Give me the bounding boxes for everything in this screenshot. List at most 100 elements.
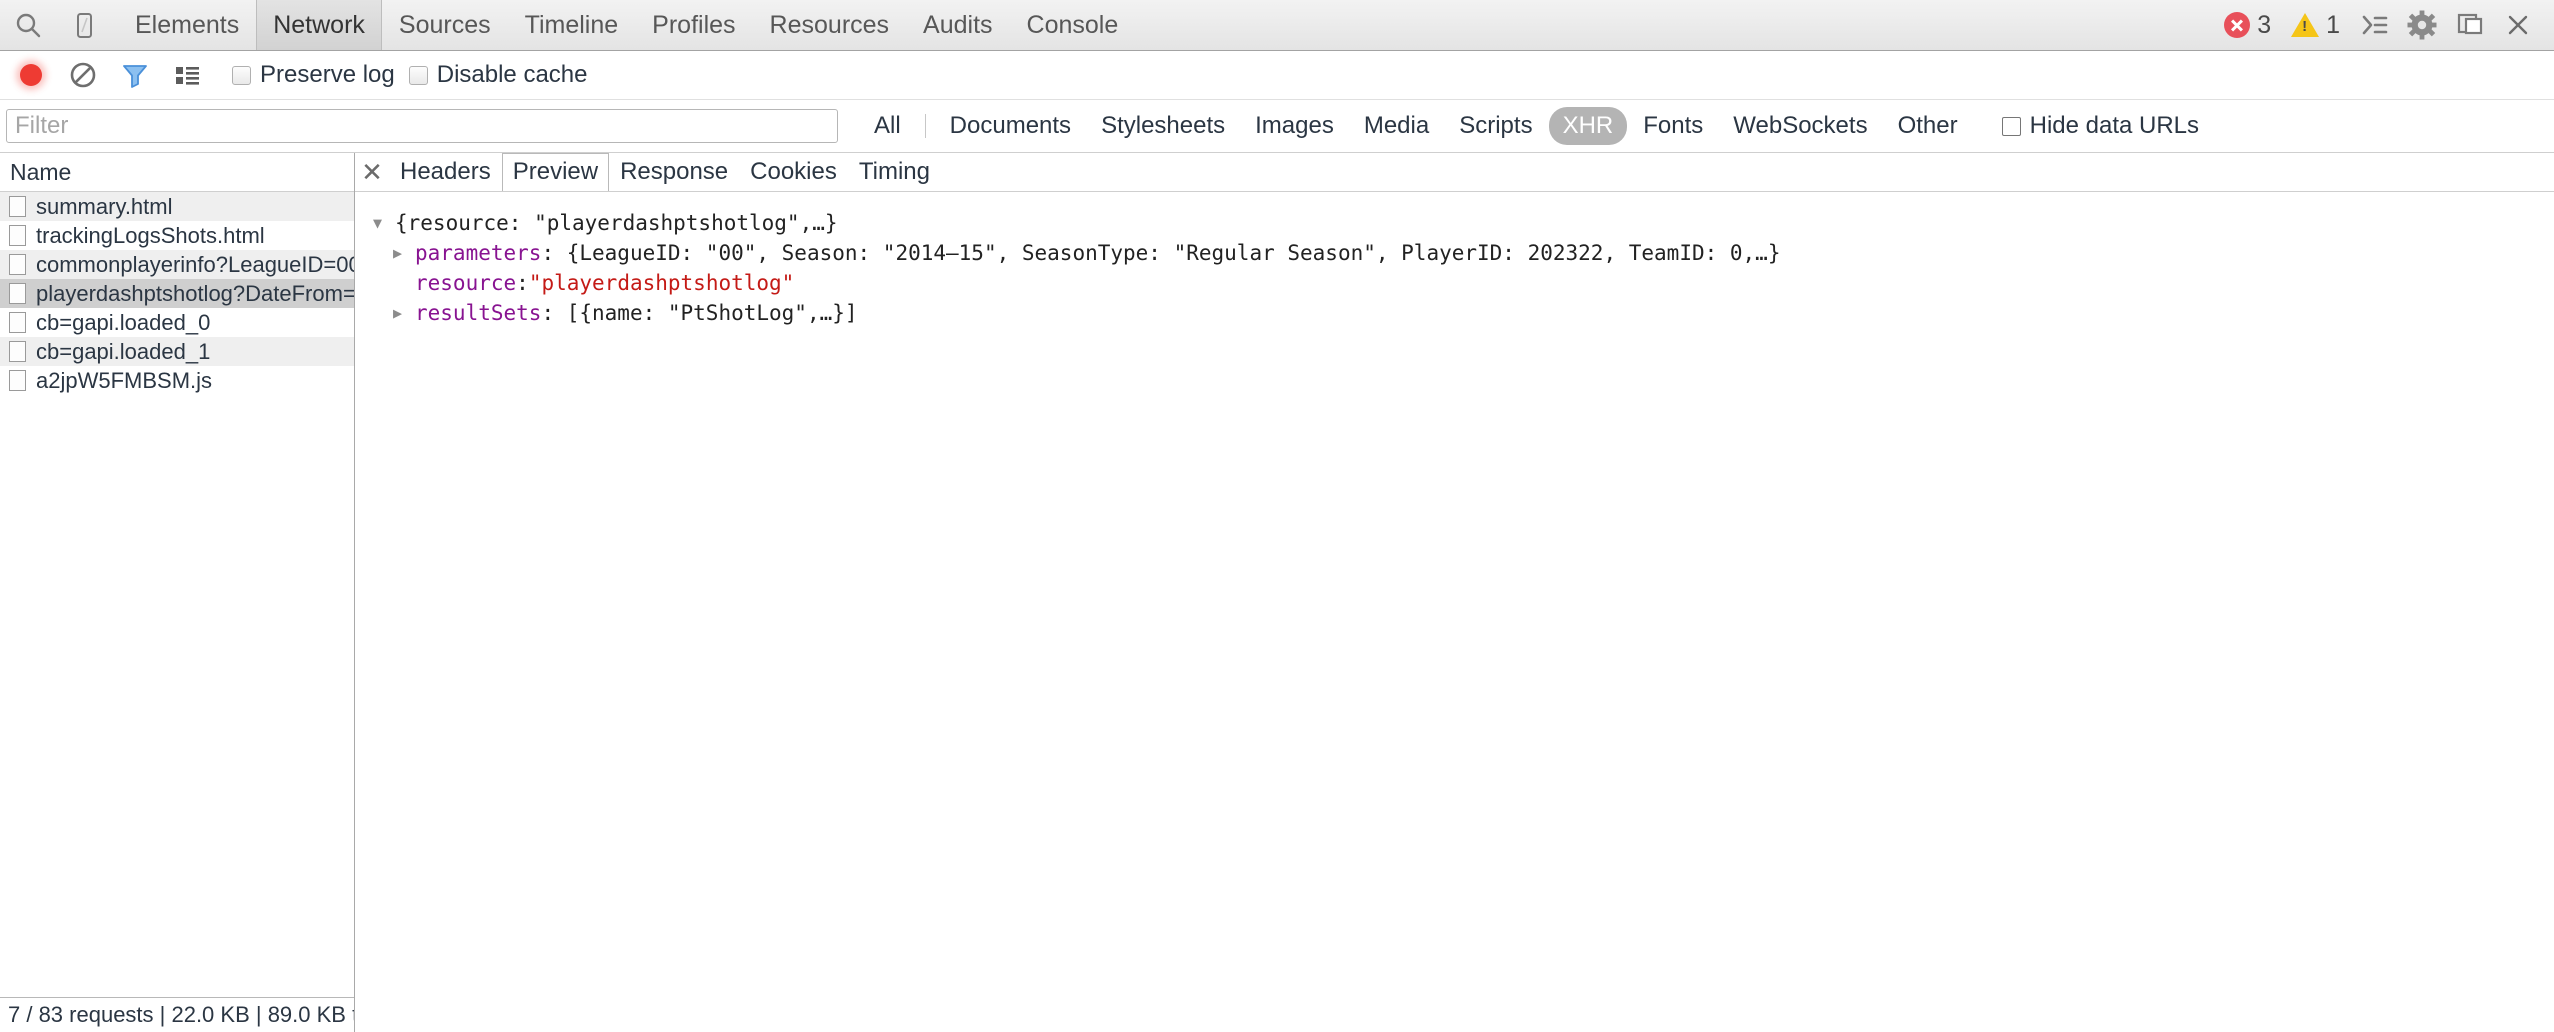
request-name: cb=gapi.loaded_1: [36, 338, 211, 364]
search-icon[interactable]: [0, 0, 56, 50]
hide-data-urls-label: Hide data URLs: [2029, 112, 2200, 139]
network-main-split: Name summary.html trackingLogsShots.html…: [0, 153, 2554, 1032]
record-dot: [20, 64, 42, 86]
filter-toolbar: All Documents Stylesheets Images Media S…: [0, 100, 2554, 153]
tab-audits[interactable]: Audits: [906, 0, 1009, 50]
json-value-parameters: : {LeagueID: "00", Season: "2014–15", Se…: [541, 241, 1781, 265]
table-row[interactable]: cb=gapi.loaded_1: [0, 337, 354, 366]
type-filter-media[interactable]: Media: [1350, 107, 1443, 145]
table-row[interactable]: summary.html: [0, 192, 354, 221]
tab-profiles[interactable]: Profiles: [635, 0, 752, 50]
tab-sources[interactable]: Sources: [382, 0, 508, 50]
error-count-label: 3: [2257, 10, 2272, 39]
document-icon: [9, 225, 26, 246]
type-filter-documents[interactable]: Documents: [936, 107, 1085, 145]
disclosure-triangle-collapsed-icon[interactable]: ▶: [393, 238, 411, 268]
json-root-summary: {resource: "playerdashptshotlog",…}: [395, 211, 838, 235]
disclosure-triangle-collapsed-icon[interactable]: ▶: [393, 298, 411, 328]
error-icon: [2224, 12, 2251, 38]
document-icon: [9, 370, 26, 391]
type-filter-all[interactable]: All: [860, 107, 915, 145]
tab-resources[interactable]: Resources: [753, 0, 907, 50]
filter-funnel-icon[interactable]: [114, 54, 156, 96]
tab-headers[interactable]: Headers: [389, 153, 502, 191]
json-resultsets-line[interactable]: ▶ resultSets : [{name: "PtShotLog",…}]: [373, 298, 2554, 328]
type-filter-stylesheets[interactable]: Stylesheets: [1087, 107, 1239, 145]
table-row[interactable]: commonplayerinfo?LeagueID=00&Play…: [0, 250, 354, 279]
table-row-selected[interactable]: playerdashptshotlog?DateFrom=&Date…: [0, 279, 354, 308]
type-filter-scripts[interactable]: Scripts: [1445, 107, 1546, 145]
type-filter-separator: [924, 114, 926, 138]
type-filter-other[interactable]: Other: [1884, 107, 1972, 145]
device-toggle-icon[interactable]: [56, 0, 112, 50]
type-filter-xhr[interactable]: XHR: [1548, 107, 1628, 145]
error-count-badge[interactable]: 3: [2216, 11, 2279, 40]
request-name: commonplayerinfo?LeagueID=00&Play…: [36, 251, 354, 277]
table-row[interactable]: trackingLogsShots.html: [0, 221, 354, 250]
tab-preview[interactable]: Preview: [501, 153, 610, 191]
preserve-log-box: [232, 65, 251, 85]
tab-elements[interactable]: Elements: [118, 0, 256, 50]
filter-input[interactable]: [6, 109, 838, 143]
type-filter-fonts[interactable]: Fonts: [1629, 107, 1717, 145]
tab-timing[interactable]: Timing: [848, 153, 941, 191]
network-controls-toolbar: Preserve log Disable cache: [0, 51, 2554, 100]
json-key-resource: resource: [415, 271, 517, 295]
warning-count-badge[interactable]: 1: [2283, 11, 2348, 40]
devtools-window: Elements Network Sources Timeline Profil…: [0, 0, 2554, 1032]
tab-cookies[interactable]: Cookies: [739, 153, 848, 191]
request-name: cb=gapi.loaded_0: [36, 309, 211, 335]
close-icon[interactable]: ✕: [355, 153, 389, 191]
request-name: summary.html: [36, 193, 173, 219]
json-value-resource: "playerdashptshotlog": [528, 271, 795, 295]
document-icon: [9, 254, 26, 275]
network-column-header-name[interactable]: Name: [0, 153, 354, 192]
tab-network[interactable]: Network: [256, 0, 382, 50]
network-request-list-panel: Name summary.html trackingLogsShots.html…: [0, 153, 355, 1032]
json-key-resultsets: resultSets: [415, 301, 542, 325]
gear-icon[interactable]: [2400, 3, 2444, 47]
network-status-bar: 7 / 83 requests | 22.0 KB | 89.0 KB tran…: [0, 997, 354, 1032]
disable-cache-label: Disable cache: [436, 61, 588, 88]
devtools-top-toolbar: Elements Network Sources Timeline Profil…: [0, 0, 2554, 51]
console-drawer-icon[interactable]: [2352, 3, 2396, 47]
document-icon: [9, 312, 26, 333]
json-root-line[interactable]: ▼ {resource: "playerdashptshotlog",…}: [373, 208, 2554, 238]
disable-cache-box: [408, 65, 428, 85]
json-preview-tree: ▼ {resource: "playerdashptshotlog",…} ▶ …: [355, 192, 2554, 1032]
preserve-log-label: Preserve log: [260, 61, 395, 88]
close-icon[interactable]: [2496, 3, 2540, 47]
tab-timeline[interactable]: Timeline: [508, 0, 636, 50]
hide-data-urls-checkbox[interactable]: Hide data URLs: [2001, 112, 2200, 140]
document-icon: [9, 283, 26, 304]
json-value-resultsets: : [{name: "PtShotLog",…}]: [541, 301, 858, 325]
document-icon: [9, 341, 26, 362]
tab-response[interactable]: Response: [609, 153, 739, 191]
json-resource-line: ▶ resource : "playerdashptshotlog": [373, 268, 2554, 298]
network-request-rows: summary.html trackingLogsShots.html comm…: [0, 192, 354, 997]
disable-cache-checkbox[interactable]: Disable cache: [408, 61, 588, 89]
disclosure-triangle-expanded-icon[interactable]: ▼: [373, 208, 391, 238]
resource-type-filters: All Documents Stylesheets Images Media S…: [860, 107, 1972, 145]
large-rows-icon[interactable]: [166, 54, 208, 96]
tab-console[interactable]: Console: [1010, 0, 1136, 50]
type-filter-websockets[interactable]: WebSockets: [1719, 107, 1881, 145]
warning-icon: [2291, 13, 2320, 37]
disclosure-spacer: ▶: [393, 268, 411, 298]
clear-icon[interactable]: [62, 54, 104, 96]
table-row[interactable]: cb=gapi.loaded_0: [0, 308, 354, 337]
document-icon: [9, 196, 26, 217]
json-parameters-line[interactable]: ▶ parameters : {LeagueID: "00", Season: …: [373, 238, 2554, 268]
record-button-icon[interactable]: [10, 54, 52, 96]
json-colon-resource: :: [516, 271, 529, 295]
preserve-log-checkbox[interactable]: Preserve log: [232, 61, 395, 89]
type-filter-images[interactable]: Images: [1241, 107, 1348, 145]
devtools-tab-strip: Elements Network Sources Timeline Profil…: [118, 0, 1135, 50]
request-name: a2jpW5FMBSM.js: [36, 367, 213, 393]
table-row[interactable]: a2jpW5FMBSM.js: [0, 366, 354, 395]
request-name: playerdashptshotlog?DateFrom=&Date…: [36, 280, 354, 306]
dock-side-icon[interactable]: [2448, 3, 2492, 47]
warning-count-label: 1: [2326, 10, 2340, 39]
detail-tab-bar: ✕ Headers Preview Response Cookies Timin…: [355, 153, 2554, 192]
json-key-parameters: parameters: [415, 241, 542, 265]
